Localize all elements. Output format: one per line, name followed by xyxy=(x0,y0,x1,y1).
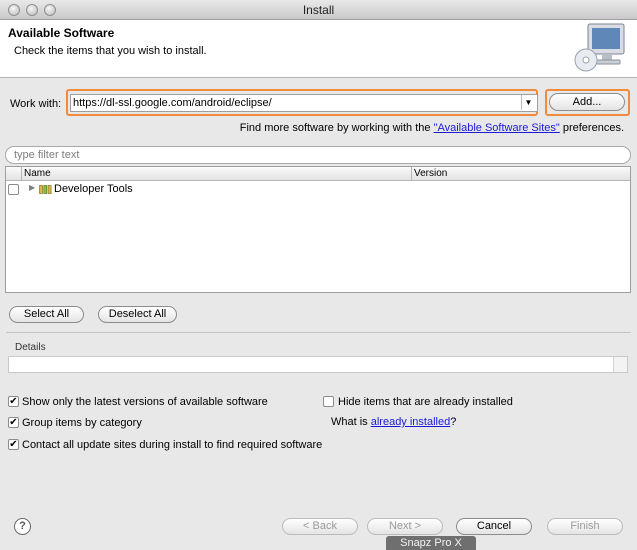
next-button[interactable]: Next > xyxy=(367,518,443,535)
what-is-installed-text: What is already installed? xyxy=(331,416,456,428)
find-more-suffix: preferences. xyxy=(559,122,624,134)
work-with-value[interactable]: https://dl-ssl.google.com/android/eclips… xyxy=(73,97,272,109)
work-with-label: Work with: xyxy=(10,98,62,110)
latest-versions-label[interactable]: Show only the latest versions of availab… xyxy=(22,396,268,408)
column-divider[interactable] xyxy=(411,167,412,181)
row-label[interactable]: Developer Tools xyxy=(54,183,133,195)
package-group-icon xyxy=(39,185,52,194)
already-installed-link[interactable]: already installed xyxy=(371,416,451,428)
hide-installed-checkbox[interactable] xyxy=(323,396,334,407)
what-is-suffix: ? xyxy=(450,416,457,428)
what-is-prefix: What is xyxy=(331,416,371,428)
screenshot-watermark: Snapz Pro X xyxy=(386,536,476,550)
monitor-cd-icon xyxy=(574,23,625,72)
row-checkbox[interactable] xyxy=(8,184,19,195)
column-header-version[interactable]: Version xyxy=(414,168,447,179)
find-more-prefix: Find more software by working with the xyxy=(239,122,434,134)
find-more-text: Find more software by working with the "… xyxy=(0,122,624,134)
hide-installed-label[interactable]: Hide items that are already installed xyxy=(338,396,513,408)
filter-input[interactable] xyxy=(5,146,631,164)
group-category-label[interactable]: Group items by category xyxy=(22,417,142,429)
details-separator xyxy=(6,332,631,333)
details-scrollbar[interactable] xyxy=(613,357,627,372)
column-header-name[interactable]: Name xyxy=(24,168,51,179)
details-label: Details xyxy=(15,342,46,353)
latest-versions-checkbox[interactable]: ✔ xyxy=(8,396,19,407)
help-icon[interactable]: ? xyxy=(14,518,31,535)
back-button[interactable]: < Back xyxy=(282,518,358,535)
expand-triangle-icon[interactable]: ▶ xyxy=(29,183,35,192)
column-divider xyxy=(21,167,22,181)
window-title: Install xyxy=(302,3,335,17)
deselect-all-button[interactable]: Deselect All xyxy=(98,306,177,323)
contact-sites-label[interactable]: Contact all update sites during install … xyxy=(22,439,322,451)
contact-sites-checkbox[interactable]: ✔ xyxy=(8,439,19,450)
cancel-button[interactable]: Cancel xyxy=(456,518,532,535)
select-all-button[interactable]: Select All xyxy=(9,306,84,323)
available-sites-link[interactable]: "Available Software Sites" xyxy=(434,122,560,134)
group-category-checkbox[interactable]: ✔ xyxy=(8,417,19,428)
page-subtitle: Check the items that you wish to install… xyxy=(14,45,207,57)
page-title: Available Software xyxy=(8,26,115,40)
dropdown-arrow-icon[interactable]: ▼ xyxy=(521,95,535,110)
add-button[interactable]: Add... xyxy=(549,93,625,111)
finish-button[interactable]: Finish xyxy=(547,518,623,535)
filter-placeholder: type filter text xyxy=(14,149,80,161)
details-box xyxy=(8,356,628,373)
table-header xyxy=(6,167,630,181)
